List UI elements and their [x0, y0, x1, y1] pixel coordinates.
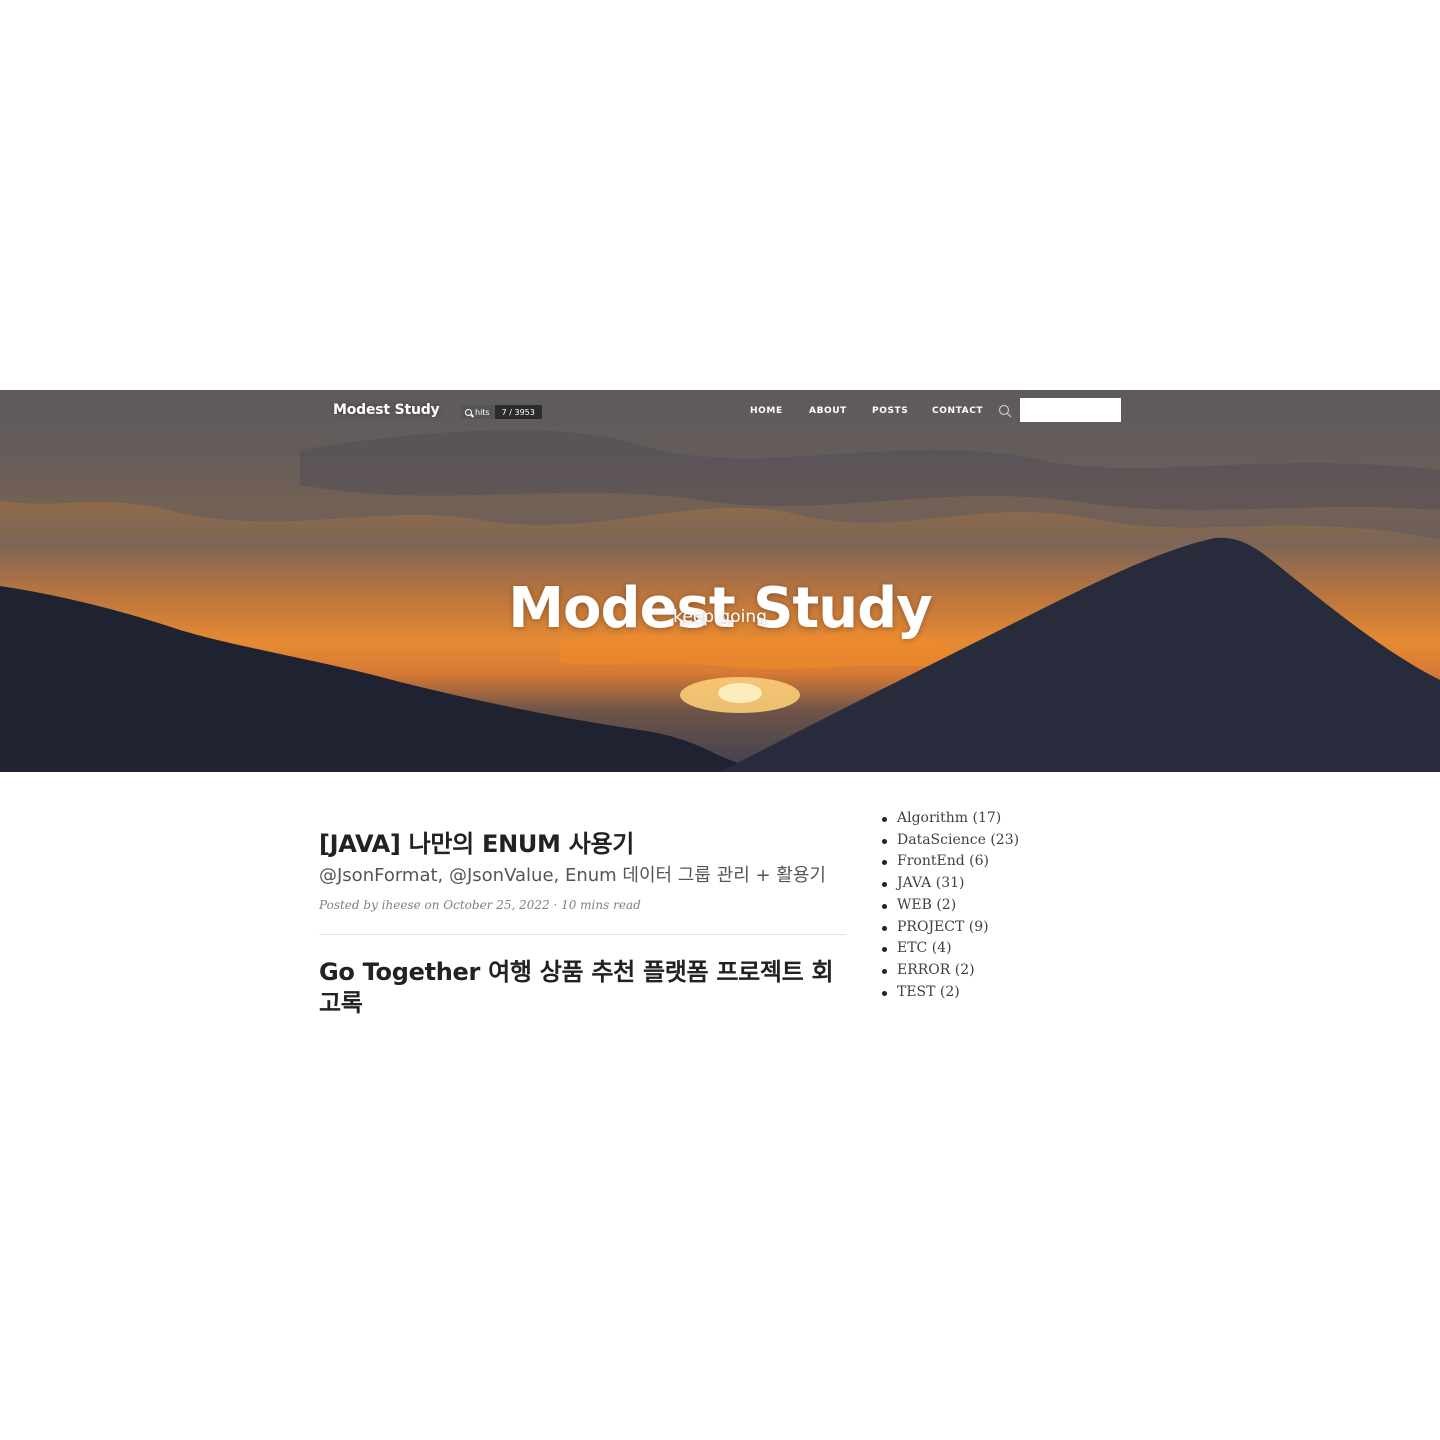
hero-header: Modest Study hits 7 / 3953 HOME ABOUT PO…: [0, 390, 1440, 772]
hits-counter-icon: [465, 408, 472, 416]
post-list: [JAVA] 나만의 ENUM 사용기 @JsonFormat, @JsonVa…: [319, 828, 846, 1019]
post-title[interactable]: Go Together 여행 상품 추천 플랫폼 프로젝트 회고록: [319, 957, 846, 1019]
page: Modest Study hits 7 / 3953 HOME ABOUT PO…: [0, 0, 1440, 1440]
category-item-web[interactable]: WEB (2): [881, 895, 1019, 917]
category-item-algorithm[interactable]: Algorithm (17): [881, 808, 1019, 830]
category-item-java[interactable]: JAVA (31): [881, 873, 1019, 895]
hits-badge-label: hits: [461, 405, 495, 419]
nav-link-home[interactable]: HOME: [750, 406, 783, 416]
category-item-datascience[interactable]: DataScience (23): [881, 830, 1019, 852]
nav-link-about[interactable]: ABOUT: [809, 406, 847, 416]
post-divider: [319, 934, 846, 935]
post-title[interactable]: [JAVA] 나만의 ENUM 사용기: [319, 828, 846, 860]
category-item-error[interactable]: ERROR (2): [881, 960, 1019, 982]
post-subtitle[interactable]: @JsonFormat, @JsonValue, Enum 데이터 그룹 관리 …: [319, 864, 846, 888]
category-item-frontend[interactable]: FrontEnd (6): [881, 851, 1019, 873]
category-list: Algorithm (17) DataScience (23) FrontEnd…: [880, 808, 1019, 1003]
hits-count: 7 / 3953: [494, 405, 542, 419]
navbar-brand[interactable]: Modest Study: [333, 402, 440, 418]
category-item-etc[interactable]: ETC (4): [881, 938, 1019, 960]
hits-label: hits: [475, 407, 490, 417]
nav-link-posts[interactable]: POSTS: [872, 406, 908, 416]
post-preview[interactable]: Go Together 여행 상품 추천 플랫폼 프로젝트 회고록: [319, 957, 846, 1019]
hero-subtitle: keep going: [673, 607, 767, 627]
post-preview[interactable]: [JAVA] 나만의 ENUM 사용기 @JsonFormat, @JsonVa…: [319, 828, 846, 912]
category-item-project[interactable]: PROJECT (9): [881, 917, 1019, 939]
category-item-test[interactable]: TEST (2): [881, 982, 1019, 1004]
post-meta: Posted by iheese on October 25, 2022 · 1…: [319, 898, 641, 912]
search-icon[interactable]: [998, 404, 1012, 418]
nav-link-contact[interactable]: CONTACT: [932, 406, 983, 416]
search-input[interactable]: [1020, 398, 1121, 422]
hits-badge[interactable]: hits 7 / 3953: [461, 405, 542, 419]
